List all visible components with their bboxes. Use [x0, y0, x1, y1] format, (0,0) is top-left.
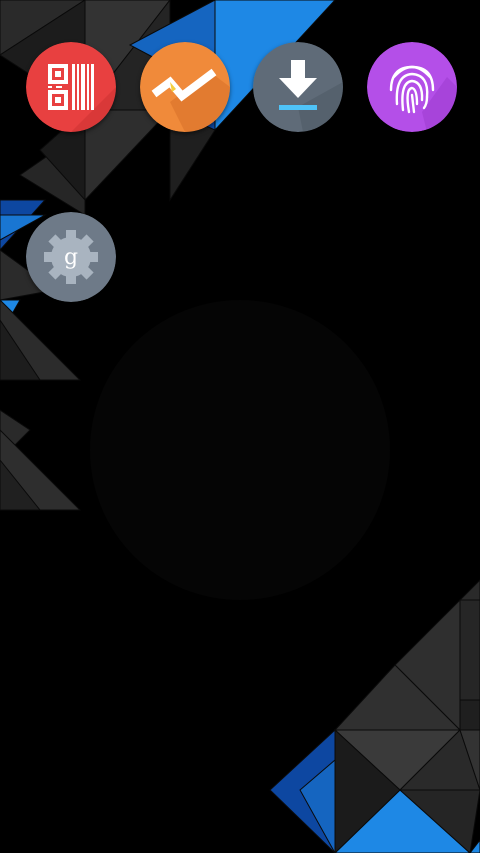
checkmark-chart-icon	[140, 42, 230, 132]
fingerprint-icon	[367, 42, 457, 132]
home-screen: g	[0, 0, 480, 853]
wallpaper-watermark	[90, 300, 390, 600]
app-icon-google-settings[interactable]: g	[26, 212, 116, 302]
app-icon-checklist[interactable]	[140, 42, 230, 132]
qr-barcode-icon	[26, 42, 116, 132]
app-icon-qr-scanner[interactable]	[26, 42, 116, 132]
download-arrow-icon	[253, 42, 343, 132]
bottom-right-triangles	[269, 579, 480, 853]
app-icon-fingerprint[interactable]	[367, 42, 457, 132]
google-gear-icon: g	[26, 212, 116, 302]
svg-text:g: g	[64, 245, 78, 270]
app-icon-downloads[interactable]	[253, 42, 343, 132]
